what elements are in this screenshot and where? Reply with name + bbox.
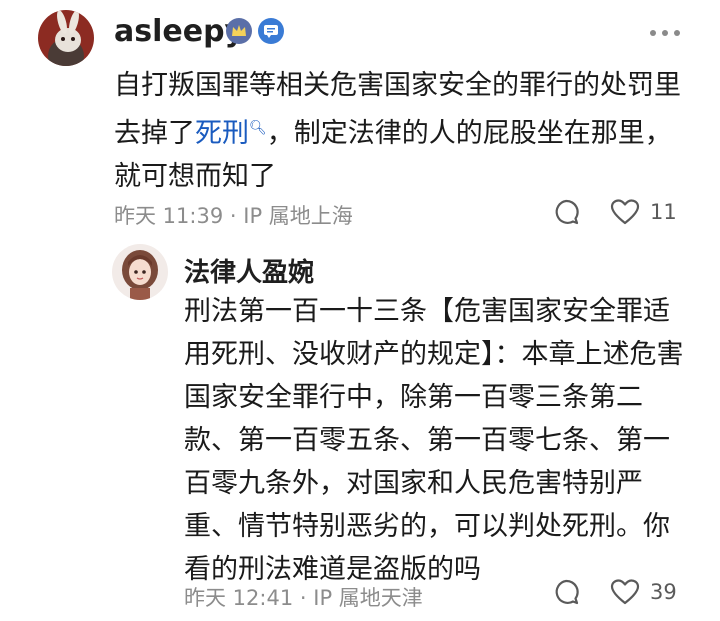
search-icon: 🔍︎ — [249, 120, 267, 136]
heart-icon — [610, 579, 640, 605]
ip-location: IP 属地上海 — [243, 204, 353, 228]
search-link[interactable]: 死刑🔍︎ — [195, 118, 267, 149]
like-count: 39 — [650, 580, 677, 604]
avatar[interactable] — [112, 244, 168, 300]
dot-icon — [662, 30, 668, 36]
comment-meta: 昨天 11:39 · IP 属地上海 — [114, 200, 353, 230]
crown-badge-icon[interactable] — [226, 18, 252, 44]
dot-icon — [650, 30, 656, 36]
comment-bubble-icon — [555, 579, 579, 605]
more-options-button[interactable] — [650, 30, 680, 36]
reply-button[interactable] — [552, 198, 580, 226]
dot-icon — [674, 30, 680, 36]
comment-content: 刑法第一百一十三条【危害国家安全罪适用死刑、没收财产的规定】：本章上述危害国家安… — [184, 296, 684, 585]
link-label: 死刑 — [195, 118, 249, 149]
comment-content: 自打叛国罪等相关危害国家安全的罪行的处罚里去掉了死刑🔍︎，制定法律的人的屁股坐在… — [114, 64, 684, 198]
like-button[interactable]: 11 — [610, 198, 677, 226]
username[interactable]: asleepy — [114, 14, 244, 49]
girl-avatar-icon — [112, 244, 168, 300]
username[interactable]: 法律人盈婉 — [184, 252, 314, 289]
separator: · — [299, 586, 307, 610]
timestamp: 昨天 11:39 — [114, 204, 224, 228]
heart-icon — [610, 199, 640, 225]
avatar[interactable] — [38, 10, 94, 66]
reply-button[interactable] — [552, 578, 580, 606]
comment-meta: 昨天 12:41 · IP 属地天津 — [184, 582, 423, 612]
message-badge-icon[interactable] — [258, 18, 284, 44]
separator: · — [229, 204, 237, 228]
ip-location: IP 属地天津 — [313, 586, 423, 610]
timestamp: 昨天 12:41 — [184, 586, 294, 610]
comment-bubble-icon — [555, 199, 579, 225]
rabbit-avatar-icon — [38, 10, 94, 66]
like-button[interactable]: 39 — [610, 578, 677, 606]
like-count: 11 — [650, 200, 677, 224]
